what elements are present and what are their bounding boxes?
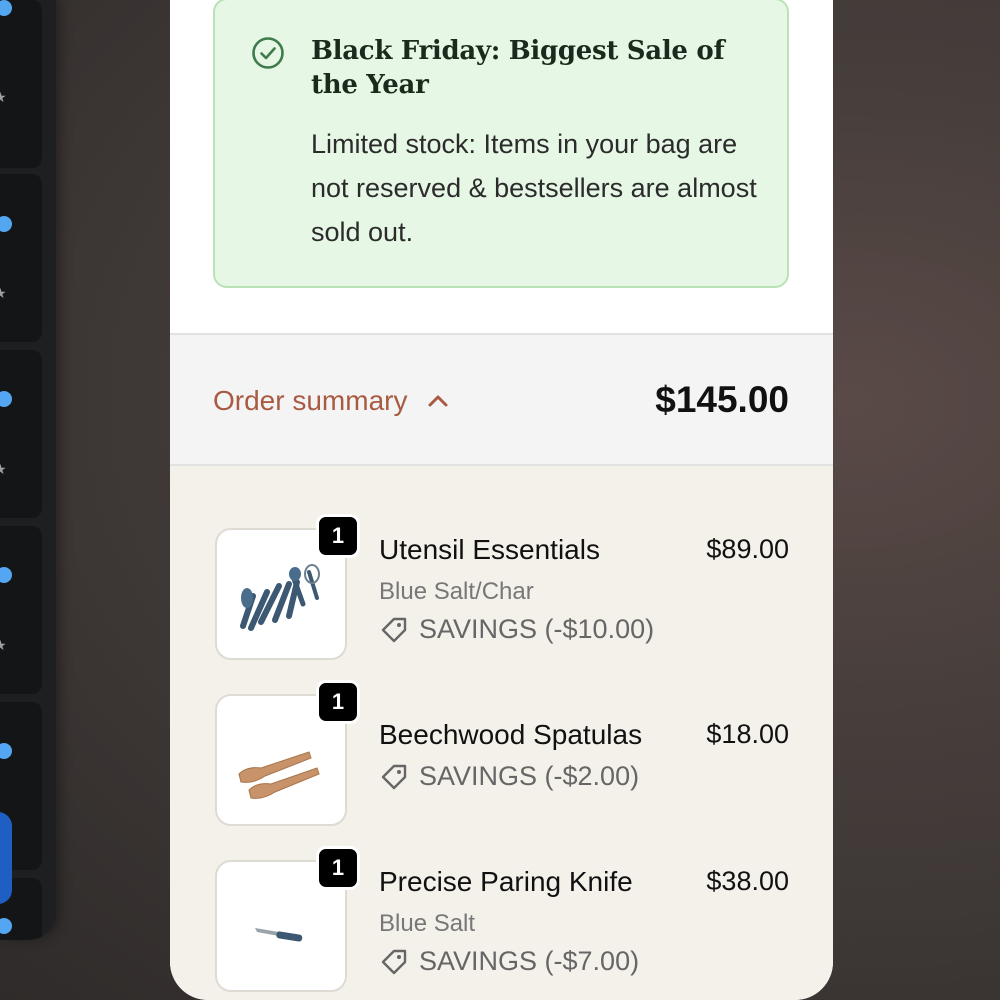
side-panel-rail: ★ ★ ★ ★ <box>0 0 56 940</box>
tag-icon <box>381 949 407 974</box>
item-variant: Blue Salt <box>379 910 476 937</box>
item-savings: SAVINGS (-$7.00) <box>379 946 639 977</box>
item-savings: SAVINGS (-$2.00) <box>379 761 639 792</box>
rail-item[interactable] <box>0 526 42 694</box>
check-circle-icon <box>252 37 284 69</box>
quantity-badge: 1 <box>316 846 360 890</box>
quantity-badge: 1 <box>316 514 360 558</box>
item-price: $89.00 <box>706 534 789 564</box>
tag-icon <box>381 617 407 642</box>
order-total: $145.00 <box>655 379 789 420</box>
quantity-badge: 1 <box>316 680 360 724</box>
star-icon[interactable]: ★ <box>0 286 8 300</box>
tag-icon <box>381 764 407 789</box>
star-icon[interactable]: ★ <box>0 90 8 104</box>
rail-item[interactable] <box>0 350 42 518</box>
item-price: $18.00 <box>706 719 789 749</box>
item-name: Precise Paring Knife <box>379 866 633 897</box>
order-summary-toggle[interactable]: Order summary <box>213 385 449 417</box>
item-variant: Blue Salt/Char <box>379 578 534 605</box>
order-summary-label: Order summary <box>213 385 408 416</box>
savings-label: SAVINGS (-$7.00) <box>419 946 640 976</box>
rail-item[interactable] <box>0 174 42 342</box>
item-name: Beechwood Spatulas <box>379 719 643 750</box>
savings-label: SAVINGS (-$2.00) <box>419 761 640 791</box>
item-savings: SAVINGS (-$10.00) <box>379 614 654 645</box>
banner-message: Limited stock: Items in your bag are not… <box>311 129 757 247</box>
promo-banner: Black Friday: Biggest Sale of the Year L… <box>213 0 789 288</box>
rail-item[interactable] <box>0 0 42 168</box>
active-indicator[interactable] <box>0 812 12 904</box>
star-icon[interactable]: ★ <box>0 462 8 476</box>
star-icon[interactable]: ★ <box>0 638 8 652</box>
item-name: Utensil Essentials <box>379 534 600 565</box>
order-summary-bar[interactable]: Order summary $145.00 <box>170 333 833 466</box>
order-items-list: 1 Utensil Essentials Blue Salt/Char SAVI… <box>170 466 833 1000</box>
item-price: $38.00 <box>706 866 789 896</box>
chevron-up-icon <box>428 395 448 407</box>
savings-label: SAVINGS (-$10.00) <box>419 614 655 644</box>
banner-title: Black Friday: Biggest Sale of the Year <box>311 36 725 100</box>
checkout-sheet: Black Friday: Biggest Sale of the Year L… <box>170 0 833 1000</box>
